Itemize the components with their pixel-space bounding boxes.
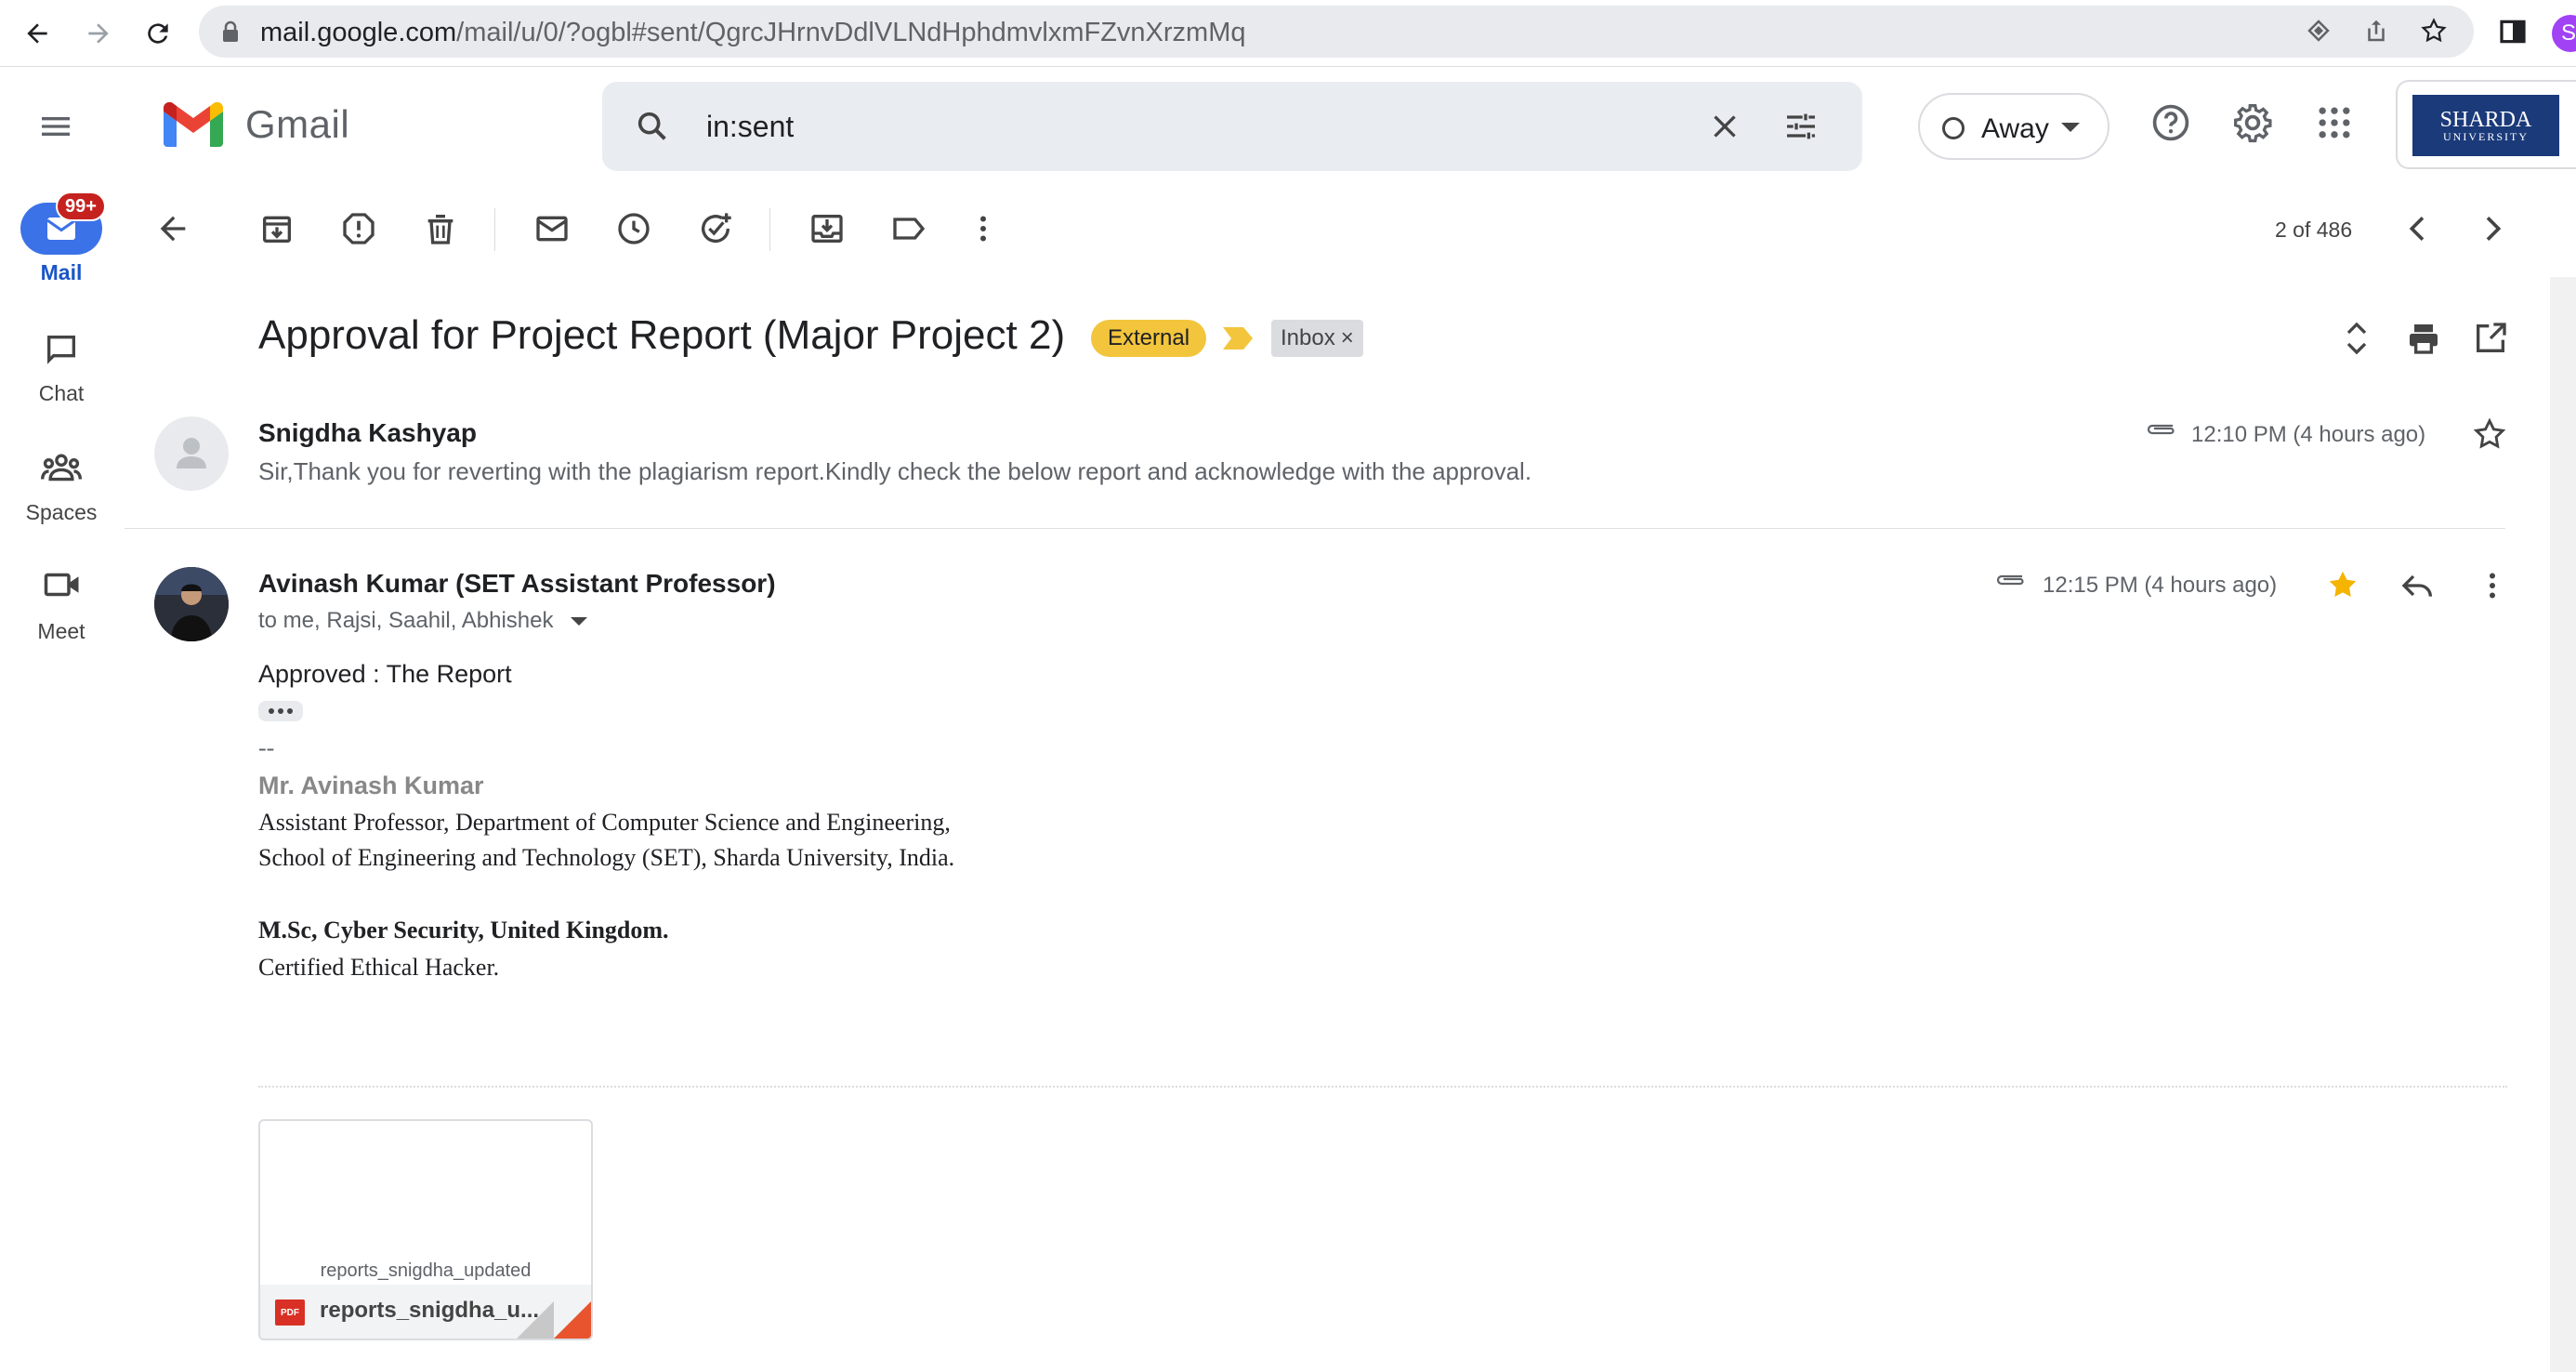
help-icon[interactable] xyxy=(2150,102,2191,143)
open-in-new-window-icon[interactable] xyxy=(2472,320,2509,357)
back-to-list-icon[interactable] xyxy=(154,210,191,247)
side-panel-icon[interactable] xyxy=(2498,17,2528,46)
gmail-m-icon xyxy=(164,102,223,147)
gmail-wordmark: Gmail xyxy=(245,102,350,146)
remove-label-icon[interactable]: × xyxy=(1341,325,1354,350)
recipients-text: to me, Rajsi, Saahil, Abhishek xyxy=(258,608,554,633)
meet-icon[interactable] xyxy=(43,569,82,600)
scrollbar[interactable] xyxy=(2550,277,2576,1372)
account-switcher[interactable]: SHARDA UNIVERSITY xyxy=(2396,80,2576,169)
attachments-divider xyxy=(258,1086,2507,1088)
profile-avatar[interactable]: S xyxy=(2552,15,2576,52)
status-label: Away xyxy=(1981,113,2049,144)
report-spam-icon[interactable] xyxy=(340,210,377,247)
pagination-count: 2 of 486 xyxy=(2275,218,2353,242)
rail-item-chat[interactable]: Chat xyxy=(0,381,123,406)
move-to-icon[interactable] xyxy=(808,210,846,247)
attachment-card[interactable]: reports_snigdha_updated PDF reports_snig… xyxy=(258,1119,593,1340)
unread-count-badge: 99+ xyxy=(56,191,106,221)
toolbar-divider xyxy=(769,208,770,251)
settings-gear-icon[interactable] xyxy=(2232,102,2273,143)
spaces-icon[interactable] xyxy=(41,450,82,483)
expand-all-icon[interactable] xyxy=(2340,320,2373,357)
message-more-vert-icon[interactable] xyxy=(2476,567,2509,604)
gmail-logo[interactable]: Gmail xyxy=(164,102,349,147)
apps-grid-icon[interactable] xyxy=(2314,102,2355,143)
pdf-icon: PDF xyxy=(275,1299,305,1326)
organization-logo: SHARDA UNIVERSITY xyxy=(2412,95,2559,156)
browser-toolbar: mail.google.com/mail/u/0/?ogbl#sent/Qgrc… xyxy=(0,0,2576,67)
attachment-clip-icon xyxy=(2145,418,2178,441)
message-divider xyxy=(125,528,2505,529)
message-sender[interactable]: Snigdha Kashyap xyxy=(258,418,477,448)
rail-item-spaces[interactable]: Spaces xyxy=(0,500,123,525)
message-recipients[interactable]: to me, Rajsi, Saahil, Abhishek xyxy=(258,608,554,634)
forward-arrow-icon[interactable] xyxy=(78,13,119,54)
chevron-down-icon xyxy=(2061,123,2080,132)
star-filled-icon[interactable] xyxy=(2325,567,2360,602)
message-snippet[interactable]: Sir,Thank you for reverting with the pla… xyxy=(258,457,1531,486)
chat-icon[interactable] xyxy=(43,331,80,368)
chevron-left-icon[interactable] xyxy=(2399,210,2437,247)
more-vert-icon[interactable] xyxy=(966,210,1000,247)
avatar xyxy=(154,416,229,491)
message-body: Approved : The Report xyxy=(258,660,512,688)
message-sender[interactable]: Avinash Kumar (SET Assistant Professor) xyxy=(258,569,776,599)
print-icon[interactable] xyxy=(2405,320,2442,357)
thread-subject: Approval for Project Report (Major Proje… xyxy=(258,312,1066,358)
avatar xyxy=(154,567,229,641)
address-bar[interactable]: mail.google.com/mail/u/0/?ogbl#sent/Qgrc… xyxy=(199,6,2474,58)
page-curl-icon xyxy=(554,1301,591,1339)
chevron-right-icon[interactable] xyxy=(2474,210,2511,247)
lock-icon xyxy=(221,20,240,43)
search-options-icon[interactable] xyxy=(1782,108,1820,145)
main-menu-icon[interactable] xyxy=(37,108,74,145)
mark-unread-icon[interactable] xyxy=(533,210,571,247)
signature-separator: -- xyxy=(258,734,275,761)
url-text: mail.google.com/mail/u/0/?ogbl#sent/Qgrc… xyxy=(260,18,1246,47)
message-time: 12:10 PM (4 hours ago) xyxy=(2191,422,2426,447)
importance-marker-icon[interactable] xyxy=(1223,325,1255,351)
reply-icon[interactable] xyxy=(2399,567,2437,604)
attachment-filename: reports_snigdha_u... xyxy=(320,1298,540,1323)
delete-icon[interactable] xyxy=(422,210,459,247)
label-icon[interactable] xyxy=(890,210,927,247)
search-bar[interactable]: in:sent xyxy=(602,82,1862,171)
back-arrow-icon[interactable] xyxy=(17,13,58,54)
star-outline-icon[interactable] xyxy=(2472,416,2507,452)
extension-icon[interactable] xyxy=(2305,17,2333,45)
sender-photo-icon xyxy=(154,567,229,641)
signature-line: Certified Ethical Hacker. xyxy=(258,954,500,981)
recipient-details-chevron-icon[interactable] xyxy=(571,617,587,626)
attachment-clip-icon xyxy=(1994,569,2028,591)
inbox-label-text: Inbox xyxy=(1281,325,1335,350)
away-status-icon xyxy=(1942,117,1965,139)
search-icon[interactable] xyxy=(634,108,671,145)
inbox-label[interactable]: Inbox × xyxy=(1271,320,1363,357)
message-time: 12:15 PM (4 hours ago) xyxy=(2043,573,2278,598)
page-curl-shadow xyxy=(517,1301,554,1339)
signature-line: Assistant Professor, Department of Compu… xyxy=(258,809,951,836)
show-trimmed-content-button[interactable] xyxy=(258,701,303,721)
signature-name: Mr. Avinash Kumar xyxy=(258,772,484,799)
person-placeholder-icon xyxy=(177,438,206,468)
rail-item-meet[interactable]: Meet xyxy=(0,619,123,644)
add-task-icon[interactable] xyxy=(697,210,734,247)
bookmark-star-icon[interactable] xyxy=(2420,17,2448,45)
clear-search-icon[interactable] xyxy=(1708,110,1741,143)
snooze-icon[interactable] xyxy=(615,210,652,247)
signature-line: M.Sc, Cyber Security, United Kingdom. xyxy=(258,917,669,943)
signature-line: School of Engineering and Technology (SE… xyxy=(258,844,955,871)
rail-item-mail[interactable]: Mail xyxy=(0,260,123,285)
search-input[interactable]: in:sent xyxy=(706,110,794,144)
external-label: External xyxy=(1091,320,1207,357)
archive-icon[interactable] xyxy=(258,210,296,247)
status-selector[interactable]: Away xyxy=(1918,93,2109,160)
toolbar-divider xyxy=(494,208,495,251)
attachment-preview-text: reports_snigdha_updated xyxy=(320,1260,532,1281)
reload-icon[interactable] xyxy=(138,13,178,54)
share-icon[interactable] xyxy=(2362,17,2390,45)
